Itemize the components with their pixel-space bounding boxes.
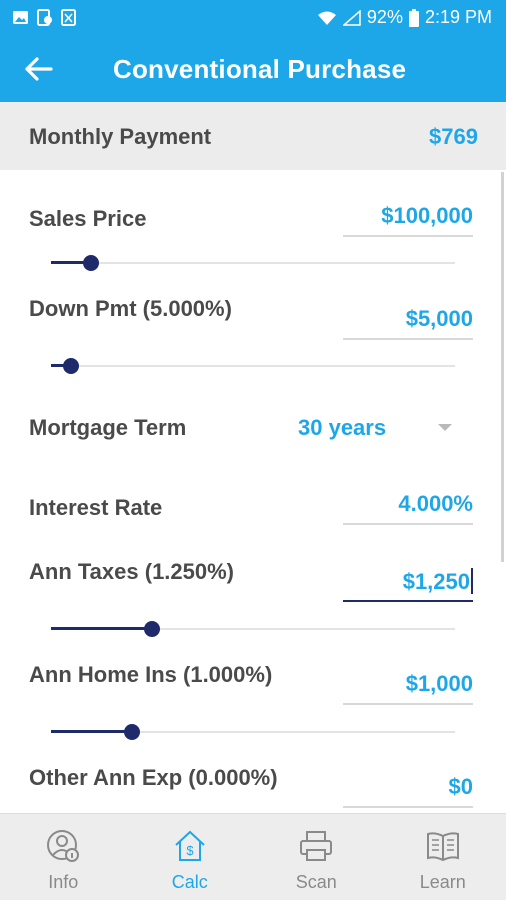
slider-thumb[interactable] [83,255,100,271]
sales-price-slider[interactable] [51,253,455,273]
mortgage-term-select[interactable]: 30 years [298,415,386,441]
status-bar: 92% 2:19 PM [0,0,506,36]
page-title: Conventional Purchase [113,54,407,84]
gallery-icon [13,11,28,24]
ann-home-ins-label: Ann Home Ins (1.000%) [29,662,273,687]
ann-taxes-label: Ann Taxes (1.250%) [29,559,235,584]
app-bar: Conventional Purchase [0,36,506,102]
nav-scan-label: Scan [295,872,337,892]
slider-rail [51,365,455,367]
nav-info-label: Info [48,872,79,892]
ann-taxes-value: $1,250 [402,569,470,594]
book-icon [426,832,459,862]
scrollbar[interactable] [501,172,504,562]
notification-icons [12,9,77,26]
wifi-icon [317,11,336,25]
monthly-payment-summary: Monthly Payment $769 [0,102,506,170]
sales-price-label: Sales Price [29,206,147,231]
nav-scan[interactable]: Scan [253,814,380,900]
text-cursor [471,568,473,594]
down-payment-input[interactable]: $5,000 [343,304,473,340]
battery-percent: 92% [366,7,403,27]
slider-fill [51,730,132,733]
nav-learn[interactable]: Learn [380,814,506,900]
svg-text:$: $ [186,843,194,858]
slider-thumb[interactable] [63,358,80,374]
slider-thumb[interactable] [144,621,160,637]
user-info-icon [47,830,80,862]
other-ann-exp-label: Other Ann Exp (0.000%) [29,765,278,790]
down-payment-label: Down Pmt (5.000%) [29,296,232,321]
sync-icon [37,9,52,26]
dropdown-arrow-icon[interactable] [438,424,452,431]
back-arrow-icon[interactable] [22,52,56,86]
ann-taxes-slider[interactable] [51,619,455,639]
bottom-nav: Info $ Calc Scan Learn [0,813,506,900]
system-status: 92% 2:19 PM [317,7,492,28]
other-ann-exp-input[interactable]: $0 [343,772,473,808]
slider-thumb[interactable] [123,724,140,740]
battery-icon [408,8,419,27]
slider-rail [51,262,455,264]
sales-price-input[interactable]: $100,000 [343,201,473,237]
nav-learn-label: Learn [419,872,466,892]
down-payment-slider[interactable] [51,356,455,376]
nav-info[interactable]: Info [0,814,127,900]
interest-rate-input[interactable]: 4.000% [343,489,473,525]
house-dollar-icon: $ [175,830,205,861]
rx-icon [61,9,76,26]
slider-fill [51,627,152,630]
ann-taxes-input[interactable]: $1,250 [343,566,473,602]
mortgage-term-label: Mortgage Term [29,415,187,440]
ann-home-ins-slider[interactable] [51,722,455,742]
printer-icon [300,831,333,861]
monthly-payment-label: Monthly Payment [29,124,212,149]
signal-icon [342,9,361,26]
interest-rate-label: Interest Rate [29,495,163,520]
clock: 2:19 PM [424,7,492,27]
nav-calc[interactable]: $ Calc [127,814,254,900]
ann-home-ins-input[interactable]: $1,000 [343,669,473,705]
nav-calc-label: Calc [171,872,208,892]
monthly-payment-value: $769 [429,124,478,149]
